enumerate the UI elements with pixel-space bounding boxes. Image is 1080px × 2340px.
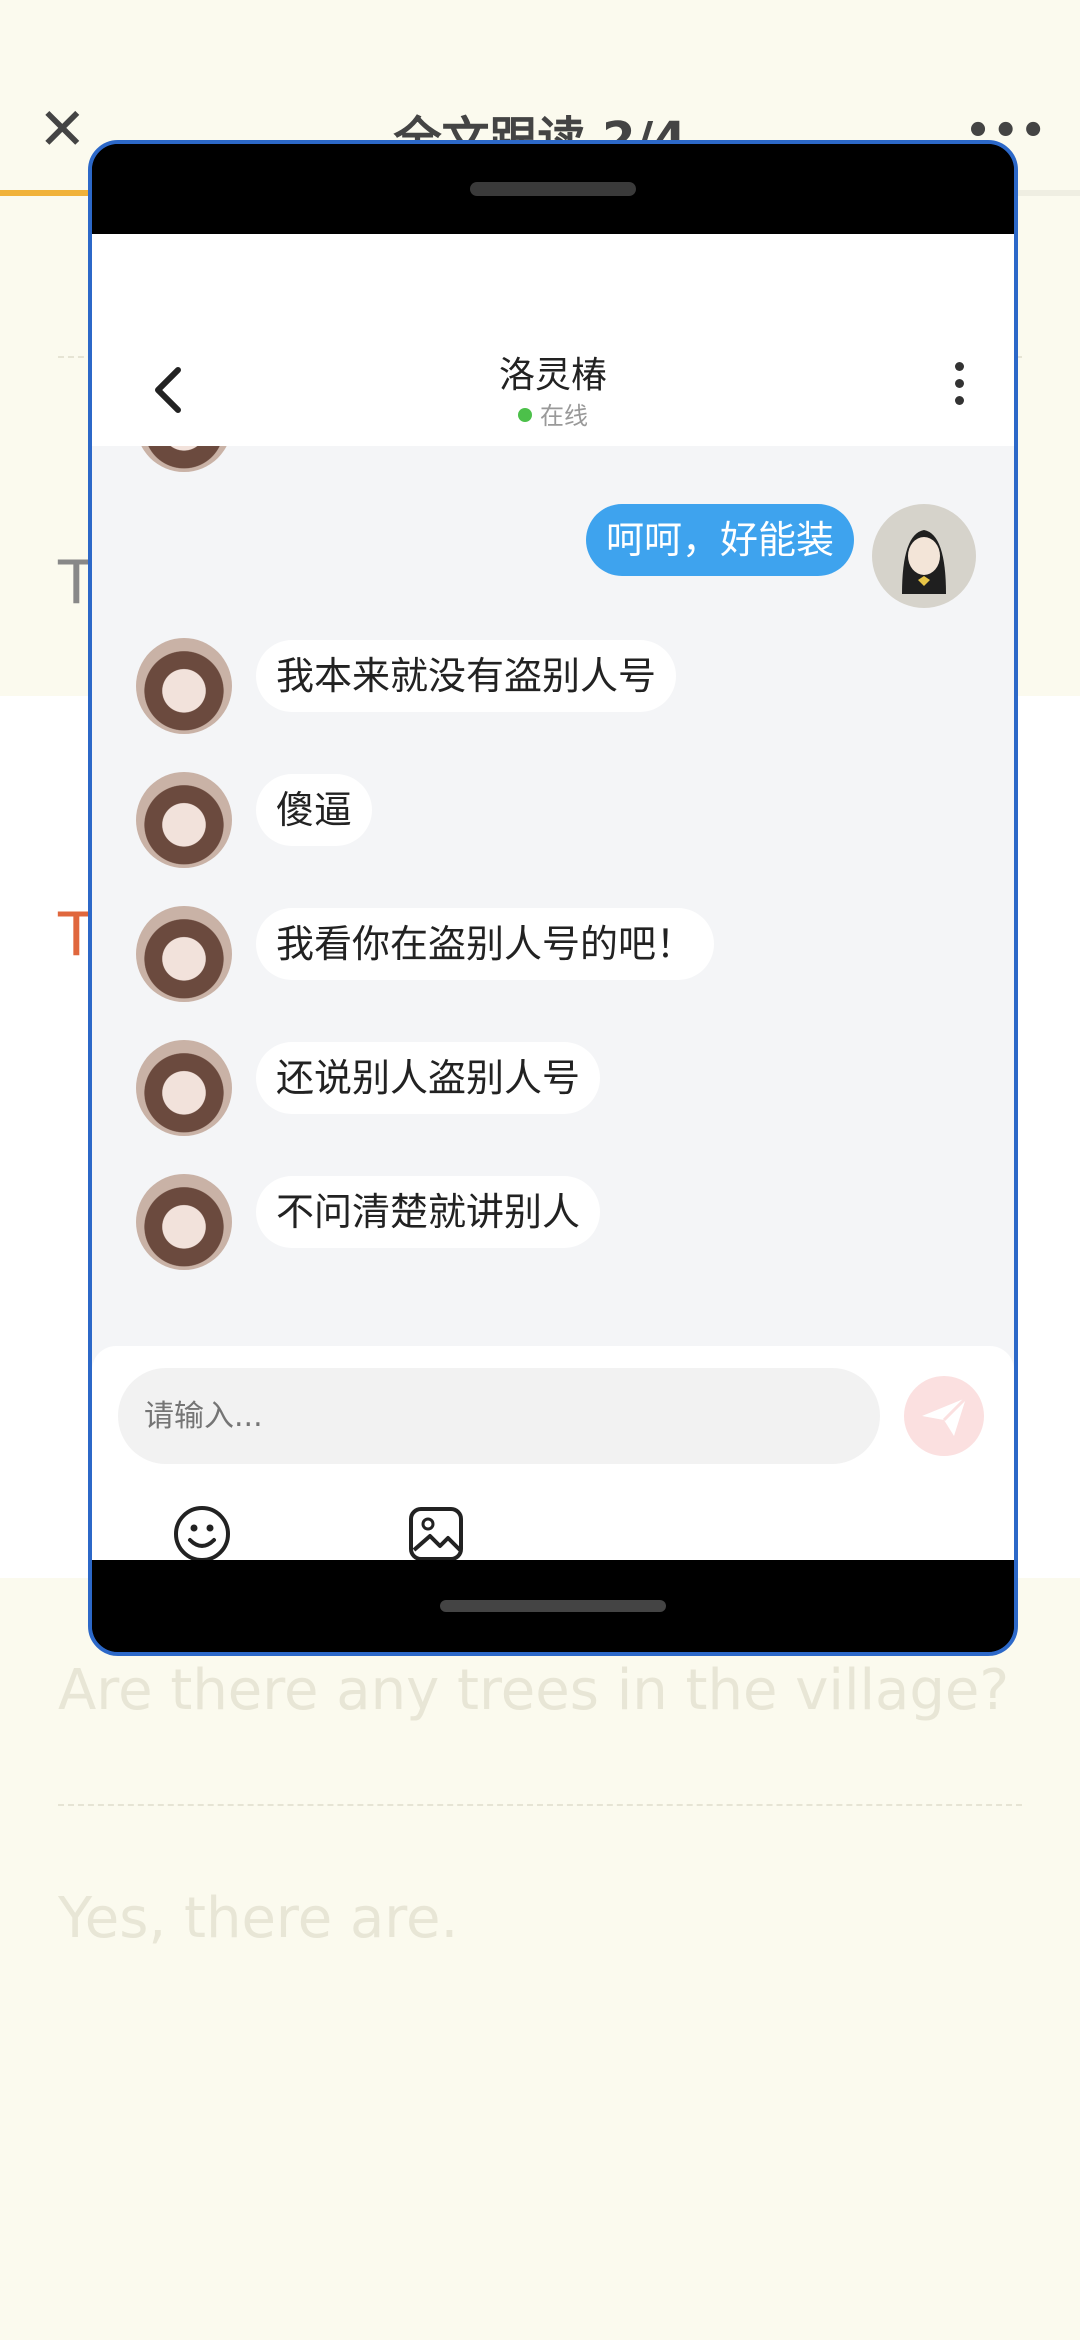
more-vertical-icon[interactable] — [944, 362, 974, 422]
message-input[interactable] — [118, 1368, 880, 1464]
send-icon[interactable] — [904, 1376, 984, 1456]
question-text: Are there any trees in the village? — [58, 1658, 1010, 1723]
message-bubble-received: 我本来就没有盗别人号 — [256, 640, 677, 712]
phone-bottom-bezel — [92, 1560, 1014, 1652]
image-icon[interactable] — [406, 1504, 466, 1564]
answer-text: Yes, there are. — [58, 1886, 459, 1951]
chat-phone-overlay: 洛灵椿 在线 呵呵，好能装 我本来就没有盗别人号 傻逼 我看你在盗别人号的吧！ … — [88, 140, 1018, 1656]
message-bubble-received: 还说别人盗别人号 — [256, 1042, 601, 1114]
contact-avatar — [136, 446, 232, 472]
online-status: 在线 — [92, 396, 1014, 431]
message-bubble-sent: 呵呵，好能装 — [585, 504, 854, 576]
contact-avatar — [136, 1040, 232, 1136]
contact-avatar — [136, 772, 232, 868]
composer — [92, 1346, 1014, 1568]
contact-avatar — [136, 638, 232, 734]
message-list[interactable]: 呵呵，好能装 我本来就没有盗别人号 傻逼 我看你在盗别人号的吧！ 还说别人盗别人… — [92, 446, 1014, 1346]
status-dot — [518, 408, 532, 422]
home-indicator[interactable] — [440, 1600, 666, 1612]
chat-header: 洛灵椿 在线 — [92, 234, 1014, 446]
contact-avatar — [136, 906, 232, 1002]
chat-screen: 洛灵椿 在线 呵呵，好能装 我本来就没有盗别人号 傻逼 我看你在盗别人号的吧！ … — [92, 234, 1014, 1568]
user-avatar — [872, 504, 976, 608]
phone-top-bezel — [92, 144, 1014, 234]
message-bubble-received: 傻逼 — [256, 774, 373, 846]
contact-name: 洛灵椿 — [498, 355, 607, 396]
message-bubble-received: 不问清楚就讲别人 — [256, 1176, 601, 1248]
divider — [58, 1804, 1022, 1806]
status-label: 在线 — [540, 402, 588, 430]
message-bubble-received: 我看你在盗别人号的吧！ — [256, 908, 715, 980]
speaker-bar — [470, 182, 636, 196]
contact-avatar — [136, 1174, 232, 1270]
emoji-icon[interactable] — [172, 1504, 232, 1564]
